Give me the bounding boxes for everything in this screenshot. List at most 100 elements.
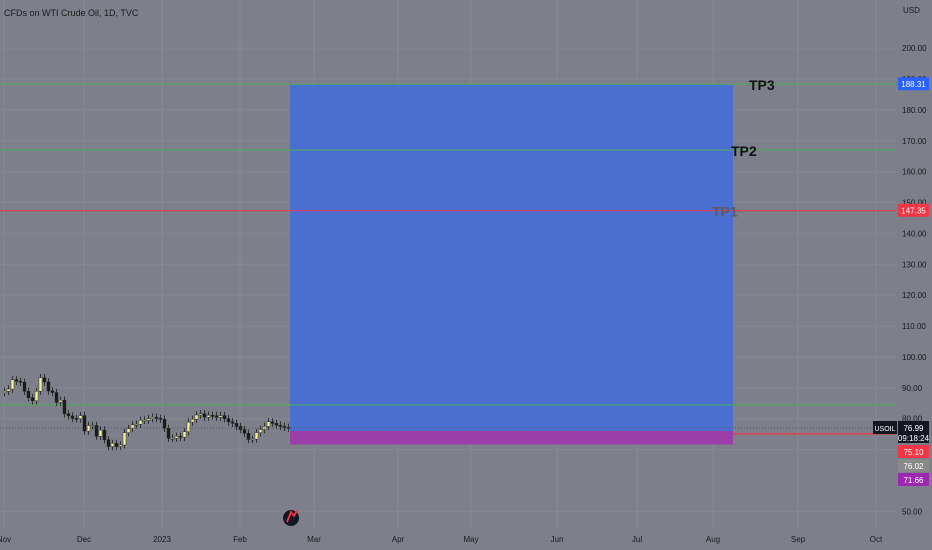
- candle-body: [214, 415, 219, 418]
- chart-canvas[interactable]: TP3TP2TP1 USD50.0070.0080.0090.00100.001…: [0, 0, 932, 550]
- symbol-badge-text: USOIL: [874, 426, 895, 433]
- candle-body: [142, 420, 147, 422]
- candle-body: [34, 391, 39, 402]
- candle-body: [278, 425, 283, 427]
- candle-body: [90, 425, 95, 427]
- candle-body: [118, 444, 123, 447]
- candle-body: [234, 423, 239, 427]
- candle-body: [2, 391, 7, 393]
- candle-body: [102, 429, 107, 440]
- x-tick-label: Apr: [392, 535, 405, 544]
- candle-body: [26, 391, 31, 398]
- candle-body: [210, 415, 215, 417]
- candle-body: [134, 424, 139, 426]
- x-tick-label: Nov: [0, 535, 11, 544]
- price-badge-text: 76.02: [903, 462, 924, 471]
- x-tick-label: Sep: [791, 535, 806, 544]
- x-tick-label: Oct: [870, 535, 883, 544]
- candle-body: [126, 428, 131, 433]
- candle-body: [66, 413, 71, 417]
- candle-body: [94, 425, 99, 437]
- level-label-tp2: TP2: [731, 143, 757, 159]
- candle-body: [54, 392, 59, 403]
- level-price-badge-text: 147.35: [901, 207, 926, 216]
- candle-body: [198, 413, 203, 416]
- level-label-tp1: TP1: [712, 204, 738, 220]
- x-tick-label: Jul: [632, 535, 642, 544]
- candle-body: [146, 418, 151, 421]
- last-price-text: 76.99: [903, 424, 924, 433]
- candle-body: [110, 443, 115, 447]
- candle-body: [74, 418, 79, 420]
- y-tick-label: 110.00: [902, 322, 926, 331]
- candle-body: [166, 428, 171, 439]
- price-badge-text: 71.66: [903, 476, 924, 485]
- y-tick-label: 100.00: [902, 353, 927, 362]
- candle-body: [50, 390, 55, 393]
- chart-title: CFDs on WTI Crude Oil, 1D, TVC: [4, 8, 139, 18]
- candle-body: [178, 436, 183, 438]
- candle-body: [154, 416, 159, 419]
- candle-body: [46, 381, 51, 392]
- candle-body: [202, 413, 207, 418]
- candle-body: [158, 418, 163, 420]
- candle-body: [266, 421, 271, 427]
- y-tick-label: 50.00: [902, 507, 923, 516]
- candle-body: [82, 415, 87, 432]
- candle-body: [78, 415, 83, 419]
- candle-body: [38, 377, 43, 392]
- candle-body: [70, 415, 75, 419]
- level-label-tp3: TP3: [749, 77, 775, 93]
- y-tick-label: 120.00: [902, 291, 927, 300]
- candle-body: [62, 399, 67, 414]
- candle-body: [150, 416, 155, 419]
- x-tick-label: Jun: [551, 535, 564, 544]
- candle-body: [242, 429, 247, 434]
- candle-body: [246, 433, 251, 440]
- candle-body: [42, 377, 47, 383]
- y-tick-label: 160.00: [902, 168, 927, 177]
- candle-body: [222, 415, 227, 419]
- candle-body: [138, 420, 143, 425]
- currency-label: USD: [903, 6, 920, 15]
- candle-body: [114, 443, 119, 447]
- candle-body: [30, 397, 35, 402]
- candle-body: [6, 388, 11, 392]
- profit-zone: [290, 84, 733, 432]
- x-tick-label: Mar: [307, 535, 321, 544]
- candle-body: [230, 421, 235, 424]
- candle-body: [22, 382, 27, 392]
- x-tick-label: Aug: [706, 535, 720, 544]
- x-tick-label: Dec: [77, 535, 91, 544]
- candle-body: [10, 379, 15, 390]
- candle-body: [190, 419, 195, 423]
- candle-body: [282, 426, 287, 428]
- price-badge-text: 75.10: [903, 448, 924, 457]
- candle-body: [274, 423, 279, 426]
- y-tick-label: 130.00: [902, 260, 927, 269]
- level-price-badge-text: 188.31: [901, 80, 926, 89]
- y-tick-label: 170.00: [902, 137, 927, 146]
- candle-body: [182, 431, 187, 438]
- candle-body: [98, 429, 103, 437]
- candle-body: [174, 436, 179, 439]
- candle-body: [254, 432, 259, 440]
- candle-body: [270, 421, 275, 424]
- loss-zone: [290, 431, 733, 445]
- candle-body: [122, 432, 127, 446]
- y-tick-label: 140.00: [902, 229, 927, 238]
- tradingview-logo-icon[interactable]: [283, 509, 299, 526]
- candle-body: [162, 419, 167, 429]
- candle-body: [250, 438, 255, 441]
- candle-body: [170, 437, 175, 440]
- candle-body: [258, 429, 263, 433]
- candle-body: [106, 439, 111, 447]
- candle-body: [186, 421, 191, 432]
- x-tick-label: Feb: [233, 535, 247, 544]
- candle-body: [194, 414, 199, 420]
- candle-body: [18, 381, 23, 383]
- x-tick-label: 2023: [153, 535, 171, 544]
- y-tick-label: 90.00: [902, 384, 923, 393]
- candle-body: [14, 379, 19, 382]
- x-tick-label: May: [463, 535, 478, 544]
